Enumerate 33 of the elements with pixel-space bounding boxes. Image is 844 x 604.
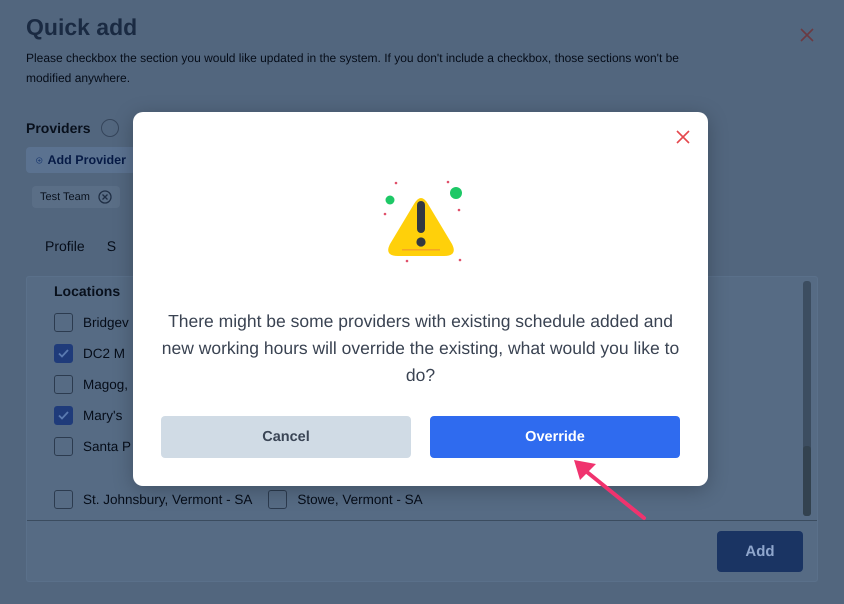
tab[interactable]: Profile: [45, 238, 85, 254]
tab[interactable]: S: [106, 238, 116, 254]
close-icon[interactable]: [676, 130, 690, 144]
checkbox[interactable]: [54, 375, 73, 394]
description-text: Please checkbox the section you would like updated in the system. If you don't include a checkbox, those sections won't be modified anywhere.: [26, 50, 680, 87]
section-label: Providers: [26, 120, 91, 136]
location-label: Stowe, Vermont - SA: [297, 492, 423, 507]
checkbox[interactable]: [54, 344, 73, 363]
locations-heading: Locations: [54, 283, 122, 299]
add-provider-button[interactable]: Add Provider: [26, 147, 136, 173]
override-button[interactable]: Override: [430, 416, 680, 458]
location-label: Santa P: [83, 439, 132, 454]
checkbox[interactable]: [54, 313, 73, 332]
add-button[interactable]: Add: [717, 530, 803, 572]
scrollbar[interactable]: [803, 281, 811, 516]
location-label: St. Johnsbury, Vermont - SA: [83, 492, 252, 507]
location-label: DC2 M: [83, 346, 126, 361]
location-label: Magog,: [83, 377, 128, 392]
check-icon: [58, 349, 69, 358]
section-toggle[interactable]: [100, 119, 119, 137]
location-label: Mary's: [83, 408, 122, 423]
checkbox[interactable]: [268, 490, 288, 509]
checkbox[interactable]: [54, 437, 73, 456]
check-icon: [58, 411, 69, 420]
checkbox[interactable]: [54, 490, 73, 509]
checkbox[interactable]: [54, 406, 73, 425]
team-chip: Test Team: [32, 186, 120, 208]
dialog-title: Quick add: [26, 14, 138, 41]
close-icon[interactable]: [800, 28, 814, 42]
remove-icon[interactable]: [98, 190, 112, 204]
cancel-button[interactable]: Cancel: [161, 416, 411, 458]
dialog-message: There might be some providers with existing schedule added and new working hours will override the existing, what would you like to do?: [160, 310, 680, 387]
location-label: Bridgev: [83, 315, 129, 330]
